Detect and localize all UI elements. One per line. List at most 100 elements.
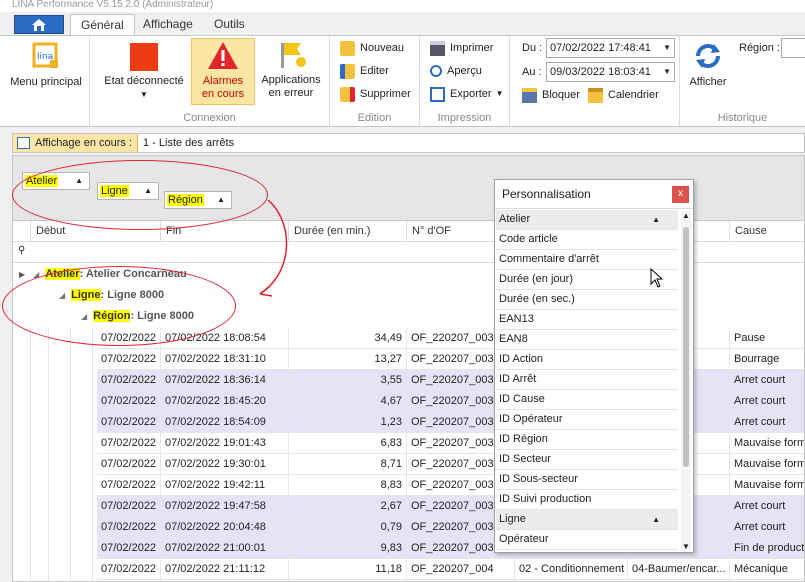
tab-general[interactable]: Général bbox=[70, 14, 135, 36]
cell-duree: 2,67 bbox=[289, 496, 407, 517]
applications-en-erreur-button[interactable]: Applications en erreur bbox=[258, 38, 324, 100]
affichage-en-cours-bar: Affichage en cours : 1 - Liste des arrêt… bbox=[12, 133, 805, 153]
table-row[interactable]: 07/02/2022 07/02/2022 18:54:09 1,23 OF_2202… bbox=[97, 412, 804, 433]
popup-field-item[interactable]: Ligne ▲ bbox=[496, 510, 678, 530]
etat-label: Etat déconnecté bbox=[104, 75, 184, 87]
group-chip-ligne[interactable]: Ligne ▲ bbox=[97, 182, 159, 200]
expand-icon: ◢ bbox=[33, 270, 40, 279]
table-row[interactable]: 07/02/2022 07/02/2022 21:11:12 11,18 OF_220… bbox=[97, 559, 804, 580]
menu-principal-button[interactable]: lina Menu principal bbox=[6, 38, 86, 89]
group-value: : Atelier Concarneau bbox=[79, 268, 187, 280]
group-row-region[interactable]: ◢ Région: Ligne 8000 bbox=[81, 306, 804, 327]
menu-principal-label: Menu principal bbox=[10, 76, 82, 88]
group-value: : Ligne 8000 bbox=[130, 310, 195, 322]
nouveau-button[interactable]: Nouveau bbox=[340, 38, 404, 58]
bloquer-button[interactable]: Bloquer bbox=[522, 85, 580, 105]
sort-up-icon: ▲ bbox=[652, 215, 660, 224]
popup-field-label: ID Opérateur bbox=[499, 413, 563, 425]
table-row[interactable]: 07/02/2022 07/02/2022 18:08:54 34,49 OF_220… bbox=[97, 328, 804, 349]
home-icon bbox=[32, 18, 46, 31]
cell-cause: Arret court bbox=[730, 370, 804, 391]
col-header-duree[interactable]: Durée (en min.) bbox=[289, 221, 407, 242]
table-row[interactable]: 07/02/2022 07/02/2022 19:42:11 8,83 OF_2202… bbox=[97, 475, 804, 496]
cell-duree: 8,83 bbox=[289, 475, 407, 496]
popup-field-item[interactable]: ID Cause bbox=[496, 390, 678, 410]
chevron-down-icon[interactable]: ▼ bbox=[663, 63, 671, 81]
cell-cause: Arret court bbox=[730, 496, 804, 517]
table-row[interactable]: 07/02/2022 07/02/2022 21:00:01 9,83 OF_2202… bbox=[97, 538, 804, 559]
alarmes-en-cours-button[interactable]: Alarmes en cours bbox=[191, 38, 255, 105]
popup-field-item[interactable]: ID Opérateur bbox=[496, 410, 678, 430]
expand-icon: ◢ bbox=[81, 312, 88, 321]
popup-field-item[interactable]: ID Secteur bbox=[496, 450, 678, 470]
chevron-down-icon[interactable]: ▼ bbox=[663, 39, 671, 57]
popup-field-item[interactable]: Opérateur bbox=[496, 530, 678, 550]
cell-duree: 6,83 bbox=[289, 433, 407, 454]
chevron-down-icon: ▼ bbox=[495, 89, 504, 98]
table-row[interactable]: 07/02/2022 07/02/2022 18:31:10 13,27 OF_220… bbox=[97, 349, 804, 370]
table-row[interactable]: 07/02/2022 07/02/2022 20:04:48 0,79 OF_2202… bbox=[97, 517, 804, 538]
afficher-button[interactable]: Afficher bbox=[680, 38, 736, 89]
alarmes-label-2: en cours bbox=[201, 88, 245, 100]
popup-field-item[interactable]: Code article bbox=[496, 230, 678, 250]
group-chip-label: Ligne bbox=[100, 185, 129, 197]
region-field[interactable] bbox=[781, 38, 805, 58]
popup-field-label: ID Sous-secteur bbox=[499, 473, 578, 485]
popup-field-item[interactable]: Atelier ▲ bbox=[496, 210, 678, 230]
calendrier-button[interactable]: Calendrier bbox=[588, 85, 659, 105]
cell-debut: 07/02/2022 bbox=[97, 454, 161, 475]
region-label: Région : bbox=[739, 42, 780, 54]
supprimer-button[interactable]: Supprimer bbox=[340, 84, 411, 104]
table-row[interactable]: 07/02/2022 07/02/2022 19:01:43 6,83 OF_2202… bbox=[97, 433, 804, 454]
popup-field-item[interactable]: ID Action bbox=[496, 350, 678, 370]
cell-debut: 07/02/2022 bbox=[97, 328, 161, 349]
table-row[interactable]: 07/02/2022 07/02/2022 18:36:14 3,55 OF_2202… bbox=[97, 370, 804, 391]
warning-icon bbox=[207, 41, 239, 71]
chevron-down-icon: ▼ bbox=[140, 90, 148, 99]
home-button[interactable] bbox=[14, 15, 64, 34]
popup-field-label: Commentaire d'arrêt bbox=[499, 253, 599, 265]
scroll-up-icon[interactable]: ▲ bbox=[682, 211, 690, 220]
popup-scrollbar[interactable]: ▲ ▼ bbox=[681, 211, 691, 551]
popup-field-item[interactable]: ID Sous-secteur bbox=[496, 470, 678, 490]
sort-up-icon: ▲ bbox=[144, 186, 152, 195]
popup-field-item[interactable]: ID Arrêt bbox=[496, 370, 678, 390]
au-date-field[interactable]: 09/03/2022 18:03:41 ▼ bbox=[546, 62, 675, 82]
etat-deconnecte-button[interactable]: Etat déconnecté ▼ bbox=[100, 38, 188, 101]
cell-duree: 8,71 bbox=[289, 454, 407, 475]
cell-duree: 9,83 bbox=[289, 538, 407, 559]
popup-field-item[interactable]: EAN8 bbox=[496, 330, 678, 350]
col-header-debut[interactable]: Début bbox=[31, 221, 161, 242]
popup-field-item[interactable]: ID Région bbox=[496, 430, 678, 450]
du-date-field[interactable]: 07/02/2022 17:48:41 ▼ bbox=[546, 38, 675, 58]
scroll-down-icon[interactable]: ▼ bbox=[682, 542, 690, 551]
popup-field-item[interactable]: Durée (en sec.) bbox=[496, 290, 678, 310]
cell-cause: Arret court bbox=[730, 412, 804, 433]
table-row[interactable]: 07/02/2022 07/02/2022 19:47:58 2,67 OF_2202… bbox=[97, 496, 804, 517]
popup-field-item[interactable]: ID Suivi production bbox=[496, 490, 678, 510]
group-chip-atelier[interactable]: Atelier ▲ bbox=[22, 172, 90, 190]
affichage-en-cours-label[interactable]: Affichage en cours : bbox=[13, 134, 138, 152]
table-row[interactable]: 07/02/2022 07/02/2022 19:30:01 8,71 OF_2202… bbox=[97, 454, 804, 475]
group-chip-region[interactable]: Région ▲ bbox=[164, 191, 232, 209]
popup-field-item[interactable]: Commentaire d'arrêt bbox=[496, 250, 678, 270]
editer-button[interactable]: Editer bbox=[340, 61, 389, 81]
apercu-button[interactable]: Aperçu bbox=[430, 61, 482, 81]
exporter-button[interactable]: Exporter ▼ bbox=[430, 84, 504, 104]
scroll-thumb[interactable] bbox=[683, 227, 689, 467]
close-button[interactable]: x bbox=[672, 186, 689, 203]
printer-icon bbox=[430, 40, 445, 56]
popup-field-label: Code article bbox=[499, 233, 558, 245]
flag-icon bbox=[275, 40, 307, 70]
tab-affichage[interactable]: Affichage bbox=[133, 14, 203, 36]
du-date-value: 07/02/2022 17:48:41 bbox=[550, 42, 651, 54]
popup-field-item[interactable]: EAN13 bbox=[496, 310, 678, 330]
cell-fin: 07/02/2022 18:31:10 bbox=[161, 349, 289, 370]
cell-cause: Arret court bbox=[730, 517, 804, 538]
group-chip-label: Atelier bbox=[25, 175, 59, 187]
table-row[interactable]: 07/02/2022 07/02/2022 18:45:20 4,67 OF_2202… bbox=[97, 391, 804, 412]
historique-group-label: Historique bbox=[717, 112, 768, 124]
imprimer-button[interactable]: Imprimer bbox=[430, 38, 493, 58]
col-header-cause[interactable]: Cause bbox=[730, 221, 804, 242]
tab-outils[interactable]: Outils bbox=[204, 14, 255, 36]
